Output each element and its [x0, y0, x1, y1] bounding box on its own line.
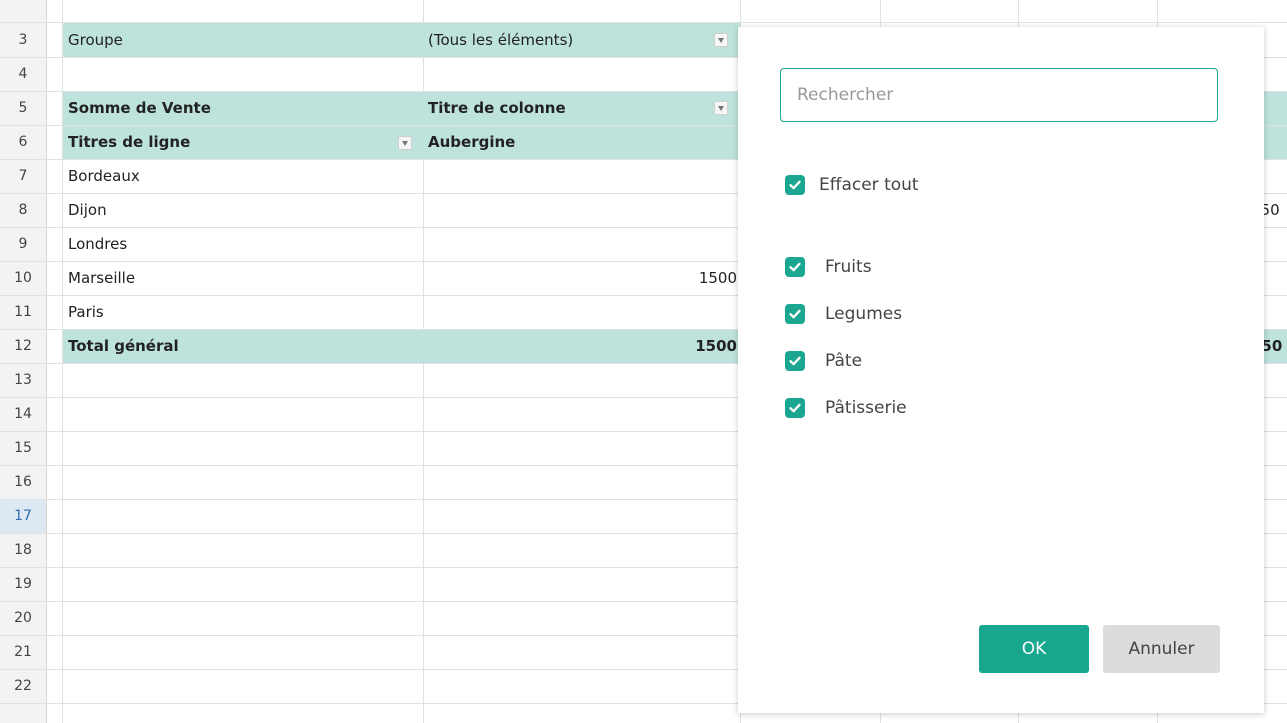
- item-checkbox[interactable]: [785, 351, 805, 371]
- filter-item-legumes[interactable]: Legumes: [785, 299, 902, 329]
- cell-value[interactable]: 1500: [600, 329, 737, 363]
- cell-value[interactable]: [600, 499, 737, 533]
- row-number[interactable]: [0, 0, 46, 23]
- filter-panel: Effacer tout Fruits Legumes Pâte Pâtisse…: [738, 27, 1264, 713]
- row-number[interactable]: 6: [0, 125, 46, 159]
- row-number[interactable]: 21: [0, 635, 46, 669]
- cell-value[interactable]: [600, 57, 737, 91]
- cell-value[interactable]: [600, 159, 737, 193]
- row-number[interactable]: 18: [0, 533, 46, 567]
- filter-item-fruits[interactable]: Fruits: [785, 252, 872, 282]
- cell-row-label[interactable]: [68, 601, 398, 635]
- select-all-checkbox-row[interactable]: Effacer tout: [785, 170, 919, 200]
- check-icon: [789, 403, 801, 413]
- cell-value[interactable]: [600, 431, 737, 465]
- row-filter-dropdown-button[interactable]: [398, 136, 412, 150]
- item-label: Legumes: [825, 304, 903, 324]
- row-number[interactable]: 20: [0, 601, 46, 635]
- cell-value[interactable]: [600, 533, 737, 567]
- row-number[interactable]: 5: [0, 91, 46, 125]
- row-number[interactable]: 4: [0, 57, 46, 91]
- cell-row-label[interactable]: Londres: [68, 227, 398, 261]
- cell-row-label[interactable]: Dijon: [68, 193, 398, 227]
- row-number[interactable]: 7: [0, 159, 46, 193]
- check-icon: [789, 356, 801, 366]
- select-all-label: Effacer tout: [819, 175, 919, 195]
- cell-value[interactable]: 1500: [600, 261, 737, 295]
- cell-row-label[interactable]: Bordeaux: [68, 159, 398, 193]
- row-number[interactable]: 15: [0, 431, 46, 465]
- cell-row-label[interactable]: [68, 363, 398, 397]
- cell-value[interactable]: [600, 635, 737, 669]
- cell-value[interactable]: [600, 601, 737, 635]
- row-number[interactable]: 8: [0, 193, 46, 227]
- cell-value[interactable]: [600, 465, 737, 499]
- cancel-button[interactable]: Annuler: [1103, 625, 1220, 673]
- cell-row-label[interactable]: Somme de Vente: [68, 91, 398, 125]
- cell-row-label[interactable]: [68, 533, 398, 567]
- item-checkbox[interactable]: [785, 257, 805, 277]
- row-number[interactable]: 10: [0, 261, 46, 295]
- select-all-checkbox[interactable]: [785, 175, 805, 195]
- cell-row-label[interactable]: Groupe: [68, 23, 398, 57]
- check-icon: [789, 262, 801, 272]
- cell-row-label[interactable]: [68, 499, 398, 533]
- search-input[interactable]: [781, 69, 1217, 121]
- filter-item-patisserie[interactable]: Pâtisserie: [785, 393, 907, 423]
- cell-row-label[interactable]: [68, 431, 398, 465]
- cell-value[interactable]: [600, 363, 737, 397]
- row-number[interactable]: 17: [0, 499, 46, 533]
- item-checkbox[interactable]: [785, 398, 805, 418]
- cell-value[interactable]: [600, 23, 737, 57]
- cell-value[interactable]: [600, 193, 737, 227]
- row-number[interactable]: 9: [0, 227, 46, 261]
- cell-value[interactable]: [600, 91, 737, 125]
- cell-value[interactable]: [600, 567, 737, 601]
- row-number[interactable]: 16: [0, 465, 46, 499]
- item-label: Fruits: [825, 257, 872, 277]
- cell-row-label[interactable]: [68, 465, 398, 499]
- row-number[interactable]: 14: [0, 397, 46, 431]
- check-icon: [789, 180, 801, 190]
- row-number[interactable]: 22: [0, 669, 46, 703]
- cell-row-label[interactable]: Paris: [68, 295, 398, 329]
- cell-value[interactable]: [600, 669, 737, 703]
- cell-row-label[interactable]: [68, 57, 398, 91]
- cell-value[interactable]: [600, 295, 737, 329]
- item-label: Pâte: [825, 351, 863, 371]
- filter-item-pate[interactable]: Pâte: [785, 346, 862, 376]
- cell-value[interactable]: [600, 397, 737, 431]
- check-icon: [789, 309, 801, 319]
- cell-row-label[interactable]: Marseille: [68, 261, 398, 295]
- search-field[interactable]: [780, 68, 1218, 122]
- cell-row-label[interactable]: Titres de ligne: [68, 125, 398, 159]
- item-label: Pâtisserie: [825, 398, 907, 418]
- ok-button[interactable]: OK: [979, 625, 1089, 673]
- row-number[interactable]: 19: [0, 567, 46, 601]
- item-checkbox[interactable]: [785, 304, 805, 324]
- cell-row-label[interactable]: [68, 635, 398, 669]
- cell-value[interactable]: [600, 227, 737, 261]
- cell-row-label[interactable]: Total général: [68, 329, 398, 363]
- row-number[interactable]: 11: [0, 295, 46, 329]
- row-number[interactable]: 13: [0, 363, 46, 397]
- cell-row-label[interactable]: [68, 397, 398, 431]
- cell-value[interactable]: [600, 125, 737, 159]
- cell-row-label[interactable]: [68, 567, 398, 601]
- row-number[interactable]: 3: [0, 23, 46, 57]
- row-number[interactable]: 12: [0, 329, 46, 363]
- cell-row-label[interactable]: [68, 669, 398, 703]
